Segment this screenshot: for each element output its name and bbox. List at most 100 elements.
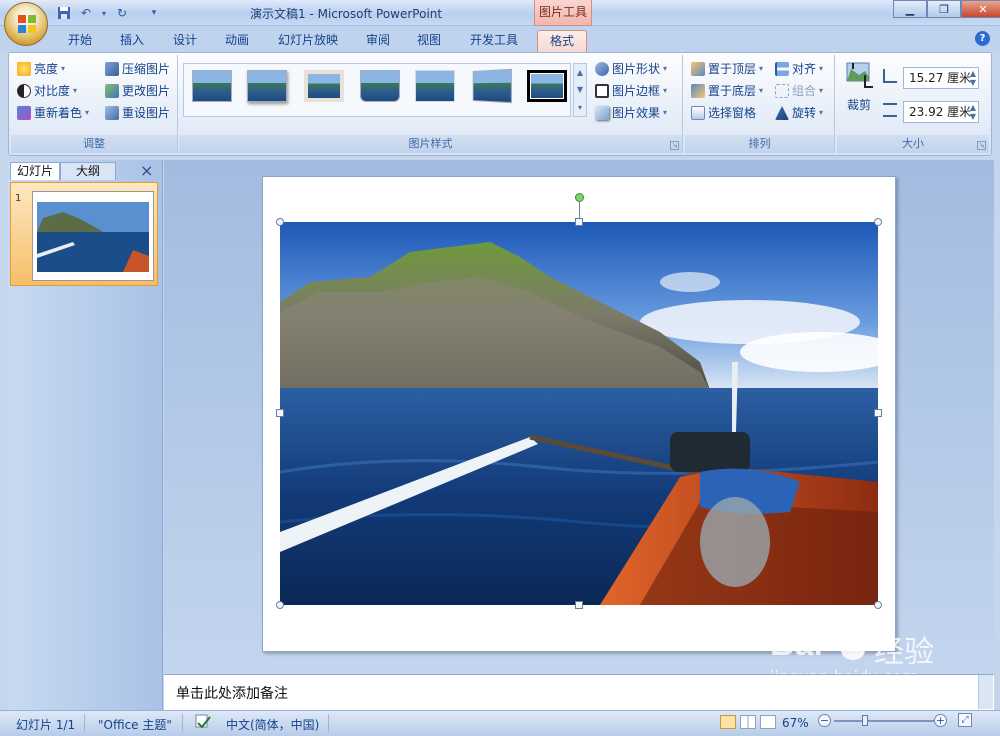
tab-insert[interactable]: 插入 <box>108 30 156 52</box>
ribbon: 亮度 ▾ 对比度 ▾ 重新着色 ▾ 压缩图片 更改图片 重设图片 调整 ▲ ▼ … <box>8 52 992 156</box>
notes-scrollbar[interactable] <box>978 675 993 709</box>
tab-view[interactable]: 视图 <box>405 30 453 52</box>
notes-placeholder: 单击此处添加备注 <box>176 686 288 702</box>
normal-view-icon[interactable] <box>720 715 736 729</box>
height-field[interactable]: 15.27 厘米 ▲ ▼ <box>903 67 979 89</box>
reset-picture-button[interactable]: 重设图片 <box>105 103 170 123</box>
redo-icon[interactable]: ↻ <box>114 5 130 21</box>
ribbon-tab-row: 开始 插入 设计 动画 幻灯片放映 审阅 视图 开发工具 格式 <box>0 26 1000 52</box>
close-button[interactable]: ✕ <box>961 0 1000 18</box>
resize-handle-left[interactable] <box>276 409 284 417</box>
picture-style-4[interactable] <box>360 70 400 102</box>
change-picture-button[interactable]: 更改图片 <box>105 81 170 101</box>
tab-developer[interactable]: 开发工具 <box>458 30 530 52</box>
adjust-group-label: 调整 <box>11 135 177 153</box>
slide-sorter-view-icon[interactable] <box>740 715 756 729</box>
tab-home[interactable]: 开始 <box>56 30 104 52</box>
recolor-button[interactable]: 重新着色 ▾ <box>17 103 89 123</box>
height-spinner-icon[interactable]: ▲ ▼ <box>970 69 976 87</box>
zoom-level[interactable]: 67% <box>782 716 809 730</box>
status-separator <box>182 714 183 732</box>
gallery-scroll[interactable]: ▲ ▼ ▾ <box>573 63 587 117</box>
tab-slides[interactable]: 幻灯片 <box>10 162 60 180</box>
restore-button[interactable]: ❐ <box>927 0 961 18</box>
resize-handle-top-right[interactable] <box>874 218 882 226</box>
crop-label[interactable]: 裁剪 <box>847 95 871 115</box>
zoom-slider-track[interactable] <box>834 720 934 722</box>
dropdown-arrow-icon: ▾ <box>61 64 66 73</box>
resize-handle-bottom-right[interactable] <box>874 601 882 609</box>
picture-style-1[interactable] <box>192 70 232 102</box>
gallery-more-icon[interactable]: ▾ <box>578 103 582 112</box>
customize-qat-icon[interactable]: ▾ <box>146 5 162 21</box>
width-value: 23.92 厘米 <box>909 105 972 119</box>
slideshow-view-icon[interactable] <box>760 715 776 729</box>
help-icon[interactable]: ? <box>975 31 990 46</box>
picture-style-7-selected[interactable] <box>527 70 567 102</box>
tab-design[interactable]: 设计 <box>161 30 209 52</box>
watermark-brand: Bai <box>770 625 823 663</box>
tab-animations[interactable]: 动画 <box>213 30 261 52</box>
group-button[interactable]: 组合 ▾ <box>775 81 823 101</box>
picture-effects-button[interactable]: 图片效果 ▾ <box>595 103 667 123</box>
theme-status[interactable]: "Office 主题" <box>98 716 172 733</box>
resize-handle-top-left[interactable] <box>276 218 284 226</box>
notes-pane[interactable]: 单击此处添加备注 <box>164 674 994 710</box>
spell-check-icon[interactable] <box>194 714 212 733</box>
send-to-back-label: 置于底层 <box>708 84 757 98</box>
compress-pictures-button[interactable]: 压缩图片 <box>105 59 170 79</box>
picture-style-5[interactable] <box>415 70 455 102</box>
selection-pane-icon <box>691 106 705 120</box>
fit-to-window-icon[interactable]: ⤢ <box>958 713 972 727</box>
tab-format[interactable]: 格式 <box>537 30 588 52</box>
compress-label: 压缩图片 <box>122 62 171 76</box>
dropdown-arrow-icon: ▾ <box>819 64 824 73</box>
send-to-back-button[interactable]: 置于底层 ▾ <box>691 81 763 101</box>
resize-handle-top[interactable] <box>575 218 583 226</box>
resize-handle-bottom[interactable] <box>575 601 583 609</box>
inserted-picture[interactable] <box>280 222 878 605</box>
adjust-group: 亮度 ▾ 对比度 ▾ 重新着色 ▾ 压缩图片 更改图片 重设图片 调整 <box>11 55 178 153</box>
size-group-label: 大小 <box>837 135 989 153</box>
scroll-down-icon[interactable]: ▼ <box>577 85 583 94</box>
dialog-launcher-icon[interactable]: ↘ <box>977 141 986 150</box>
scroll-up-icon[interactable]: ▲ <box>577 68 583 77</box>
slide-thumbnail[interactable] <box>32 191 154 281</box>
picture-style-2[interactable] <box>247 70 287 102</box>
picture-border-button[interactable]: 图片边框 ▾ <box>595 81 667 101</box>
zoom-in-icon[interactable]: + <box>934 714 947 727</box>
dropdown-arrow-icon: ▾ <box>819 86 824 95</box>
align-icon <box>775 62 789 76</box>
resize-handle-bottom-left[interactable] <box>276 601 284 609</box>
crop-icon[interactable] <box>845 61 875 91</box>
office-button[interactable] <box>4 2 48 46</box>
selection-pane-button[interactable]: 选择窗格 <box>691 103 756 123</box>
tab-slideshow[interactable]: 幻灯片放映 <box>266 30 350 52</box>
resize-handle-right[interactable] <box>874 409 882 417</box>
width-spinner-icon[interactable]: ▲ ▼ <box>970 103 976 121</box>
rotation-handle[interactable] <box>575 193 584 202</box>
zoom-out-icon[interactable]: − <box>818 714 831 727</box>
brightness-button[interactable]: 亮度 ▾ <box>17 59 65 79</box>
undo-dropdown-icon[interactable]: ▾ <box>100 5 108 21</box>
undo-icon[interactable]: ↶ <box>78 5 94 21</box>
bring-to-front-icon <box>691 62 705 76</box>
tab-review[interactable]: 审阅 <box>354 30 402 52</box>
tab-outline[interactable]: 大纲 <box>60 162 116 180</box>
language-status[interactable]: 中文(简体，中国) <box>226 716 319 733</box>
zoom-slider-thumb[interactable] <box>862 715 868 726</box>
minimize-button[interactable]: ▁ <box>893 0 927 18</box>
save-icon[interactable] <box>56 5 72 21</box>
close-panel-icon[interactable]: × <box>140 161 153 180</box>
rotate-button[interactable]: 旋转 ▾ <box>775 103 823 123</box>
arrange-group-label: 排列 <box>685 135 834 153</box>
picture-style-3[interactable] <box>304 70 344 102</box>
brightness-icon <box>17 62 31 76</box>
bring-to-front-button[interactable]: 置于顶层 ▾ <box>691 59 763 79</box>
dialog-launcher-icon[interactable]: ↘ <box>670 141 679 150</box>
picture-shape-button[interactable]: 图片形状 ▾ <box>595 59 667 79</box>
picture-style-6[interactable] <box>472 68 513 104</box>
contrast-button[interactable]: 对比度 ▾ <box>17 81 77 101</box>
width-field[interactable]: 23.92 厘米 ▲ ▼ <box>903 101 979 123</box>
align-button[interactable]: 对齐 ▾ <box>775 59 823 79</box>
